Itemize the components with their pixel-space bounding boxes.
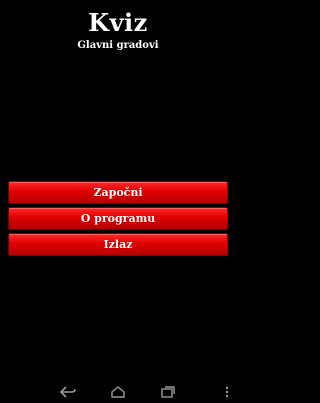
exit-button[interactable]: Izlaz <box>8 233 228 256</box>
app-subtitle: Glavni gradovi <box>77 40 159 51</box>
recent-apps-icon[interactable] <box>160 385 176 399</box>
app-title: Kviz <box>88 8 148 37</box>
start-button[interactable]: Započni <box>8 181 228 204</box>
main-menu: Započni O programu Izlaz <box>8 181 228 259</box>
more-icon[interactable] <box>223 385 231 399</box>
about-button[interactable]: O programu <box>8 207 228 230</box>
home-icon[interactable] <box>110 385 126 399</box>
back-icon[interactable] <box>60 385 76 399</box>
system-navigation-bar <box>0 381 236 403</box>
